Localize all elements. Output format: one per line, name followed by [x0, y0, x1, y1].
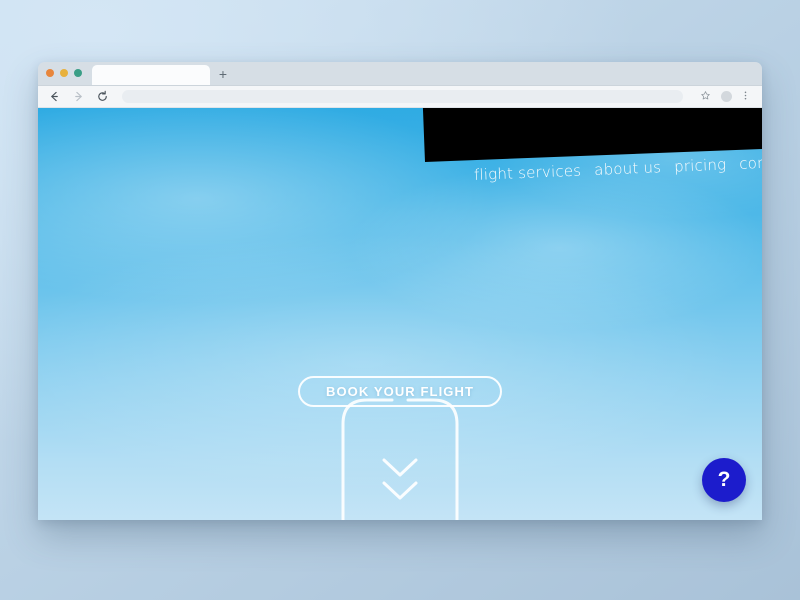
- browser-tab[interactable]: [92, 65, 210, 85]
- kebab-menu-icon[interactable]: [740, 90, 753, 103]
- help-button[interactable]: ?: [702, 458, 746, 502]
- new-tab-button[interactable]: +: [210, 65, 236, 85]
- tab-strip-filler: [236, 65, 762, 85]
- star-icon[interactable]: [700, 90, 713, 103]
- nav-link-flight-services[interactable]: flight services: [474, 162, 582, 184]
- window-controls: [46, 62, 92, 85]
- browser-toolbar: [38, 86, 762, 108]
- site-navbar: [422, 108, 762, 162]
- back-arrow-icon[interactable]: [48, 90, 61, 103]
- browser-window: + flight services about us pricing conta…: [38, 62, 762, 520]
- maximize-window-button[interactable]: [74, 69, 82, 77]
- toolbar-actions: [700, 90, 756, 103]
- nav-link-pricing[interactable]: pricing: [674, 155, 727, 175]
- forward-arrow-icon: [72, 90, 85, 103]
- nav-link-contact-us[interactable]: contact us: [739, 152, 762, 173]
- nav-link-about-us[interactable]: about us: [594, 158, 662, 179]
- new-tab-label: +: [218, 66, 228, 82]
- page-viewport: flight services about us pricing contact…: [38, 108, 762, 520]
- avatar[interactable]: [721, 91, 732, 102]
- hero-section: BOOK YOUR FLIGHT: [38, 376, 762, 520]
- minimize-window-button[interactable]: [60, 69, 68, 77]
- book-flight-button[interactable]: BOOK YOUR FLIGHT: [297, 376, 503, 407]
- double-chevron-down-icon[interactable]: [377, 454, 423, 508]
- url-input[interactable]: [122, 90, 683, 103]
- close-window-button[interactable]: [46, 69, 54, 77]
- browser-tab-strip: +: [38, 62, 762, 86]
- reload-icon[interactable]: [96, 90, 109, 103]
